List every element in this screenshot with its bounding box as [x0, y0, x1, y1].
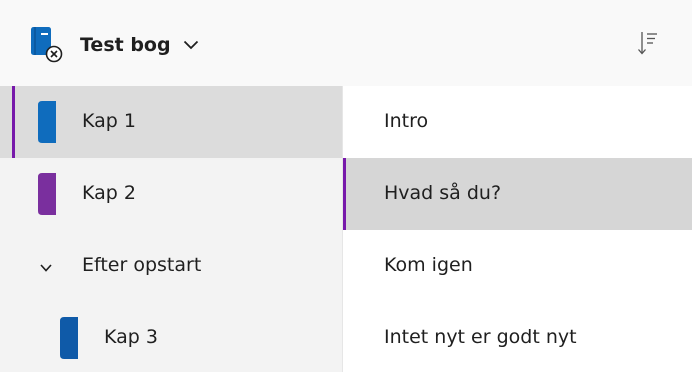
section-tab-icon	[60, 317, 78, 359]
section-item-kap-3[interactable]: Kap 3	[0, 302, 342, 372]
page-label: Intet nyt er godt nyt	[384, 326, 577, 348]
sort-button[interactable]	[630, 25, 666, 61]
section-label: Kap 3	[104, 326, 158, 348]
section-item-kap-2[interactable]: Kap 2	[0, 158, 342, 230]
section-label: Kap 2	[82, 182, 136, 204]
section-label: Kap 1	[82, 110, 136, 132]
page-item-kom-igen[interactable]: Kom igen	[343, 230, 692, 302]
pages-pane: Intro Hvad så du? Kom igen Intet nyt er …	[342, 86, 692, 372]
page-item-intet-nyt[interactable]: Intet nyt er godt nyt	[343, 302, 692, 372]
page-item-intro[interactable]: Intro	[343, 86, 692, 158]
selection-indicator	[12, 86, 15, 158]
notebook-icon	[31, 27, 63, 63]
section-tab-icon	[38, 101, 56, 143]
section-item-kap-1[interactable]: Kap 1	[0, 86, 342, 158]
section-tab-icon	[38, 173, 56, 215]
section-group-label: Efter opstart	[82, 254, 202, 276]
chevron-down-icon	[183, 40, 198, 50]
notebook-name: Test bog	[80, 34, 171, 56]
page-label: Kom igen	[384, 254, 473, 276]
selection-indicator	[343, 158, 346, 230]
section-group-efter-opstart[interactable]: Efter opstart	[0, 230, 342, 302]
onenote-navigation: Test bog Kap 1 Kap 2 Efter opstart Kap 3…	[0, 0, 692, 372]
chevron-down-icon	[40, 264, 52, 272]
sections-pane: Kap 1 Kap 2 Efter opstart Kap 3	[0, 86, 342, 372]
notebook-header: Test bog	[0, 0, 692, 86]
notebook-switcher[interactable]: Test bog	[30, 25, 199, 65]
page-label: Hvad så du?	[384, 182, 502, 204]
sort-icon	[638, 32, 657, 55]
page-item-hvad-saa-du[interactable]: Hvad så du?	[343, 158, 692, 230]
page-label: Intro	[384, 110, 429, 132]
